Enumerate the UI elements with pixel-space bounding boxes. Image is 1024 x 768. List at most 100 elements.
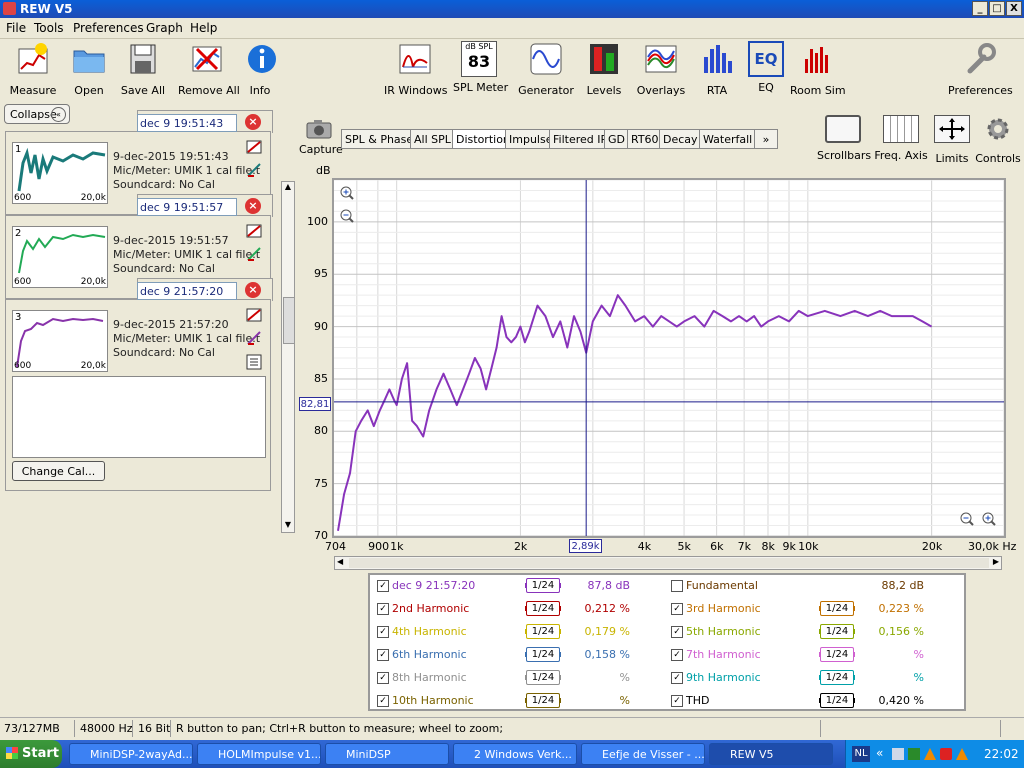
start-button[interactable]: Start — [0, 740, 62, 768]
legend-checkbox[interactable]: ✓ — [377, 649, 389, 661]
overlays-button[interactable]: Overlays — [636, 41, 686, 97]
ir-windows-button[interactable]: IR Windows — [384, 41, 448, 97]
measurement-color-icon[interactable] — [246, 247, 262, 261]
remove-measurement-icon[interactable]: × — [245, 198, 261, 214]
menu-help[interactable]: Help — [190, 21, 217, 35]
scroll-thumb[interactable] — [283, 297, 295, 344]
legend-checkbox[interactable] — [671, 580, 683, 592]
levels-button[interactable]: Levels — [584, 41, 624, 97]
measurement-name-input[interactable]: dec 9 19:51:43 — [137, 114, 237, 132]
tray-expand-icon[interactable]: « — [876, 746, 883, 760]
measurement-notes-icon[interactable] — [246, 354, 262, 370]
scroll-up-icon[interactable]: ▲ — [282, 182, 294, 194]
taskbar-item-windows-verkenner[interactable]: 2 Windows Verk... — [453, 743, 577, 765]
legend-checkbox[interactable]: ✓ — [377, 695, 389, 707]
legend-checkbox[interactable]: ✓ — [671, 626, 683, 638]
legend-checkbox[interactable]: ✓ — [671, 603, 683, 615]
remove-measurement-icon[interactable]: × — [245, 114, 261, 130]
legend-checkbox[interactable]: ✓ — [671, 695, 683, 707]
legend-checkbox[interactable]: ✓ — [377, 603, 389, 615]
legend-smoothing-button[interactable]: 1/24 — [526, 601, 560, 616]
freq-axis-button[interactable]: Freq. Axis — [874, 115, 928, 162]
measure-button[interactable]: Measure — [8, 41, 58, 97]
measurement-save-icon[interactable] — [246, 224, 262, 238]
legend-smoothing-button[interactable]: 1/24 — [820, 624, 854, 639]
tab-rt60[interactable]: RT60 — [627, 129, 663, 149]
controls-button[interactable]: Controls — [975, 115, 1021, 165]
legend-checkbox[interactable]: ✓ — [671, 649, 683, 661]
legend-smoothing-button[interactable]: 1/24 — [526, 693, 560, 708]
legend-checkbox[interactable]: ✓ — [377, 626, 389, 638]
measurement-notes-area[interactable] — [12, 376, 266, 458]
capture-button[interactable]: Capture — [299, 118, 343, 156]
info-button[interactable]: Info — [244, 41, 276, 97]
taskbar-item-rew[interactable]: REW V5 — [709, 743, 833, 765]
minimize-button[interactable]: _ — [972, 1, 988, 16]
scrollbars-button[interactable]: Scrollbars — [817, 115, 871, 162]
distortion-graph[interactable] — [332, 178, 1006, 538]
eq-button[interactable]: EQ EQ — [748, 41, 784, 94]
y-zoom-in-icon[interactable] — [340, 186, 354, 200]
legend-smoothing-button[interactable]: 1/24 — [820, 601, 854, 616]
measurement-save-icon[interactable] — [246, 308, 262, 322]
measurement-thumbnail[interactable]: 1 600 20,0k — [12, 142, 108, 204]
frequency-scrollbar[interactable]: ◀ ▶ — [334, 556, 1002, 570]
taskbar-item-holmimpulse[interactable]: HOLMImpulse v1... — [197, 743, 321, 765]
preferences-button[interactable]: Preferences — [948, 41, 1013, 97]
measurement-color-icon[interactable] — [246, 331, 262, 345]
scroll-down-icon[interactable]: ▼ — [282, 520, 294, 532]
tray-minidsp-icon[interactable] — [908, 748, 920, 760]
more-tabs-button[interactable]: » — [754, 129, 778, 149]
tab-filtered-ir[interactable]: Filtered IR — [549, 129, 613, 149]
legend-smoothing-button[interactable]: 1/24 — [526, 624, 560, 639]
remove-measurement-icon[interactable]: × — [245, 282, 261, 298]
plot-area[interactable] — [334, 179, 1005, 537]
tab-waterfall[interactable]: Waterfall — [699, 129, 757, 149]
legend-smoothing-button[interactable]: 1/24 — [526, 578, 560, 593]
legend-checkbox[interactable]: ✓ — [671, 672, 683, 684]
tray-network-icon[interactable] — [892, 748, 904, 760]
legend-smoothing-button[interactable]: 1/24 — [526, 647, 560, 662]
measurement-color-icon[interactable] — [246, 163, 262, 177]
menu-preferences[interactable]: Preferences — [73, 21, 144, 35]
tab-all-spl[interactable]: All SPL — [410, 129, 455, 149]
legend-smoothing-button[interactable]: 1/24 — [820, 647, 854, 662]
scroll-left-icon[interactable]: ◀ — [337, 557, 343, 566]
language-indicator[interactable]: NL — [852, 746, 870, 762]
menu-tools[interactable]: Tools — [34, 21, 64, 35]
measurement-save-icon[interactable] — [246, 140, 262, 154]
measurement-name-input[interactable]: dec 9 19:51:57 — [137, 198, 237, 216]
change-cal-button[interactable]: Change Cal... — [12, 461, 105, 481]
room-sim-button[interactable]: Room Sim — [790, 41, 846, 97]
legend-checkbox[interactable]: ✓ — [377, 580, 389, 592]
scroll-thumb[interactable] — [349, 558, 989, 568]
tray-security-icon[interactable] — [940, 748, 952, 760]
tab-decay[interactable]: Decay — [659, 129, 702, 149]
measurement-name-input[interactable]: dec 9 21:57:20 — [137, 282, 237, 300]
remove-all-button[interactable]: Remove All — [178, 41, 240, 97]
legend-smoothing-button[interactable]: 1/24 — [820, 693, 854, 708]
tab-gd[interactable]: GD — [604, 129, 629, 149]
taskbar-item-minidsp[interactable]: MiniDSP — [325, 743, 449, 765]
measurement-thumbnail[interactable]: 2 600 20,0k — [12, 226, 108, 288]
tray-vlc-icon[interactable] — [924, 748, 936, 760]
spl-meter-button[interactable]: dB SPL 83 SPL Meter — [453, 41, 508, 94]
taskbar-item-vlc[interactable]: Eefje de Visser - ... — [581, 743, 705, 765]
open-button[interactable]: Open — [68, 41, 110, 97]
menu-file[interactable]: File — [6, 21, 26, 35]
legend-checkbox[interactable]: ✓ — [377, 672, 389, 684]
scroll-right-icon[interactable]: ▶ — [993, 557, 999, 566]
rta-button[interactable]: RTA — [698, 41, 736, 97]
tab-spl-phase[interactable]: SPL & Phase — [341, 129, 418, 149]
legend-smoothing-button[interactable]: 1/24 — [820, 670, 854, 685]
close-button[interactable]: X — [1006, 1, 1022, 16]
generator-button[interactable]: Generator — [518, 41, 574, 97]
measurements-scrollbar[interactable]: ▲ ▼ — [281, 181, 295, 533]
tray-vlc2-icon[interactable] — [956, 748, 968, 760]
maximize-button[interactable]: □ — [989, 1, 1005, 16]
limits-button[interactable]: Limits — [932, 115, 972, 165]
save-all-button[interactable]: Save All — [120, 41, 166, 97]
measurement-thumbnail[interactable]: 3 600 20,0k — [12, 310, 108, 372]
collapse-button[interactable]: Collapse « — [4, 104, 70, 124]
taskbar-item-minidsp-2way[interactable]: MiniDSP-2wayAd... — [69, 743, 193, 765]
